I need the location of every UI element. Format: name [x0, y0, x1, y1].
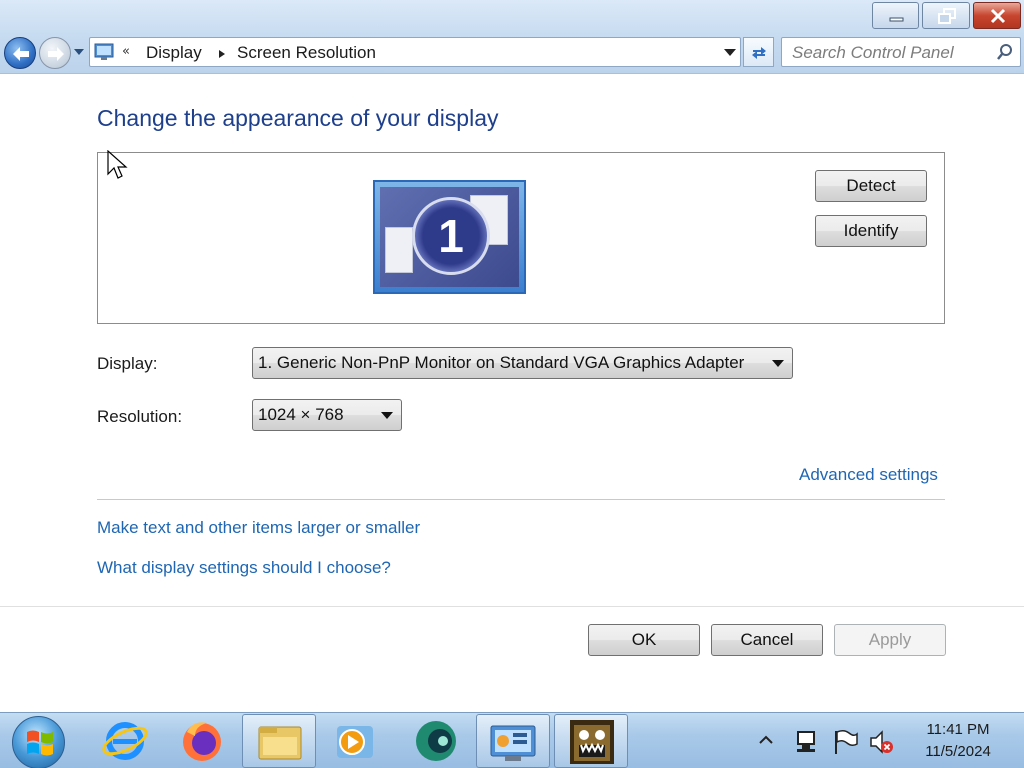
- internet-explorer-icon: [102, 722, 148, 760]
- display-label: Display:: [97, 354, 158, 373]
- address-dropdown-icon[interactable]: [724, 49, 736, 57]
- display-select[interactable]: 1. Generic Non-PnP Monitor on Standard V…: [252, 347, 793, 379]
- forward-button[interactable]: [39, 37, 71, 69]
- breadcrumb-screen-resolution[interactable]: Screen Resolution: [237, 43, 376, 63]
- divider: [97, 499, 945, 500]
- identify-button[interactable]: Identify: [815, 215, 927, 247]
- dropdown-arrow-icon: [772, 360, 784, 367]
- address-bar[interactable]: « Display Screen Resolution: [89, 37, 741, 67]
- action-center-flag-icon[interactable]: [832, 728, 860, 768]
- search-box[interactable]: Search Control Panel: [781, 37, 1021, 67]
- taskbar-firefox[interactable]: [165, 714, 239, 768]
- network-icon[interactable]: [795, 728, 823, 768]
- taskbar: 11:41 PM 11/5/2024: [0, 712, 1024, 768]
- close-icon: [990, 8, 1006, 24]
- mouse-cursor-icon: [107, 150, 128, 179]
- app-icon: [416, 721, 456, 761]
- monitor-1-preview[interactable]: 1: [373, 180, 526, 294]
- taskbar-media-player[interactable]: [319, 714, 393, 768]
- text-size-link[interactable]: Make text and other items larger or smal…: [97, 518, 420, 538]
- start-button[interactable]: [12, 716, 65, 768]
- show-hidden-icons[interactable]: [758, 733, 774, 768]
- game-icon: [570, 720, 614, 764]
- control-panel-icon: [490, 725, 536, 761]
- breadcrumb-arrow-icon[interactable]: [218, 49, 226, 59]
- restore-button[interactable]: [922, 2, 970, 29]
- page-title: Change the appearance of your display: [97, 105, 499, 131]
- resolution-select-value: 1024 × 768: [258, 405, 344, 424]
- volume-muted-icon[interactable]: [868, 728, 896, 768]
- dialog-footer: OK Cancel Apply: [0, 606, 1024, 712]
- resolution-label: Resolution:: [97, 407, 183, 426]
- clock-date: 11/5/2024: [925, 743, 991, 760]
- recent-pages-chevron-icon[interactable]: [73, 47, 85, 57]
- breadcrumb-display[interactable]: Display: [146, 43, 202, 63]
- taskbar-control-panel[interactable]: [476, 714, 550, 768]
- search-icon[interactable]: [996, 43, 1014, 61]
- windows-logo-icon: [27, 730, 53, 756]
- search-placeholder[interactable]: Search Control Panel: [792, 43, 954, 63]
- taskbar-file-explorer[interactable]: [242, 714, 316, 768]
- system-clock[interactable]: 11:41 PM 11/5/2024: [908, 719, 1008, 763]
- back-arrow-icon: [13, 47, 29, 61]
- breadcrumb-overflow[interactable]: «: [122, 44, 130, 59]
- advanced-settings-link[interactable]: Advanced settings: [799, 465, 938, 485]
- control-panel-icon: [94, 43, 114, 60]
- forward-arrow-icon: [48, 47, 64, 61]
- window-titlebar: « Display Screen Resolution Search Contr…: [0, 0, 1024, 74]
- resolution-select[interactable]: 1024 × 768: [252, 399, 402, 431]
- back-button[interactable]: [4, 37, 36, 69]
- cancel-button[interactable]: Cancel: [711, 624, 823, 656]
- file-explorer-icon: [258, 726, 302, 760]
- restore-icon: [938, 8, 956, 24]
- detect-button[interactable]: Detect: [815, 170, 927, 202]
- mini-window-icon: [385, 227, 413, 273]
- ok-button[interactable]: OK: [588, 624, 700, 656]
- dropdown-arrow-icon: [381, 412, 393, 419]
- firefox-icon: [183, 722, 221, 761]
- taskbar-game[interactable]: [554, 714, 628, 768]
- taskbar-internet-explorer[interactable]: [88, 714, 162, 768]
- refresh-icon: [752, 47, 766, 59]
- apply-button[interactable]: Apply: [834, 624, 946, 656]
- clock-time: 11:41 PM: [926, 721, 990, 738]
- display-help-link[interactable]: What display settings should I choose?: [97, 558, 391, 578]
- monitor-screen: 1: [380, 187, 519, 287]
- taskbar-app[interactable]: [399, 714, 473, 768]
- minimize-icon: [889, 17, 904, 22]
- display-preview-panel: 1 Detect Identify: [97, 152, 945, 324]
- media-player-icon: [337, 726, 373, 758]
- minimize-button[interactable]: [872, 2, 919, 29]
- refresh-button[interactable]: [743, 37, 774, 67]
- monitor-number: 1: [412, 197, 490, 275]
- display-select-value: 1. Generic Non-PnP Monitor on Standard V…: [258, 353, 745, 372]
- close-button[interactable]: [973, 2, 1021, 29]
